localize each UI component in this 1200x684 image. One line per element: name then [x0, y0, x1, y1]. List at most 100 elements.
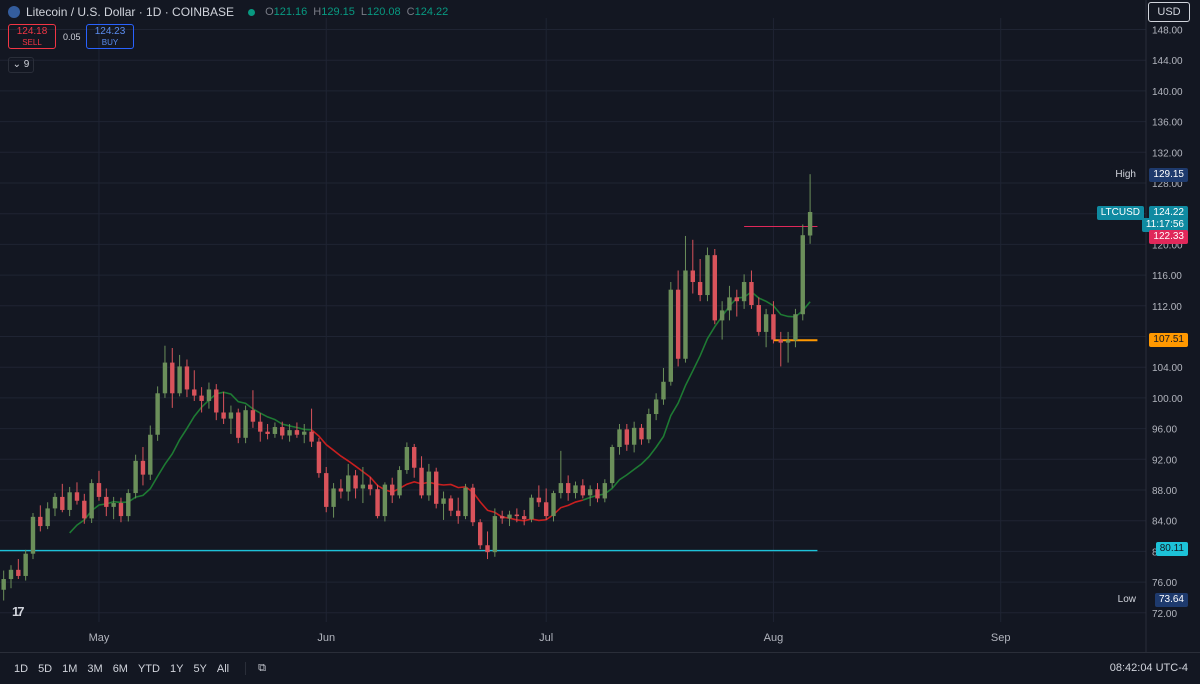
red-level-tag: 122.33 [1149, 230, 1188, 244]
candle-body [118, 503, 124, 517]
candle-body [390, 484, 395, 496]
symbol-header: Litecoin / U.S. Dollar · 1D · COINBASE O… [8, 4, 454, 20]
high-value: 129.15 [321, 6, 355, 18]
y-tick-label: 84.00 [1152, 517, 1177, 528]
candle-body [580, 485, 586, 496]
y-tick-label: 148.00 [1152, 26, 1183, 37]
timeframe-5d[interactable]: 5D [38, 663, 52, 675]
candle-body [807, 212, 813, 236]
candle-body [551, 493, 556, 517]
candle-body [338, 488, 344, 492]
candle-body [192, 389, 197, 396]
candle-body [653, 399, 659, 415]
candle-body [529, 497, 534, 520]
candle-body [250, 410, 256, 422]
candle-body [309, 431, 314, 442]
timeframe-all[interactable]: All [217, 663, 229, 675]
candle-body [375, 489, 380, 517]
candle-body [477, 522, 483, 546]
candle-body [346, 475, 351, 492]
tradingview-logo-icon[interactable]: 17 [12, 604, 25, 619]
timeframe-1d[interactable]: 1D [14, 663, 28, 675]
candle-body [316, 441, 322, 474]
candle-body [404, 447, 410, 471]
candle-body [639, 427, 644, 440]
orange-level-tag: 107.51 [1149, 333, 1188, 347]
candle-body [155, 393, 160, 435]
x-tick-label: Jul [539, 632, 553, 644]
low-value: 120.08 [367, 6, 401, 18]
candle-body [727, 297, 732, 311]
indicators-count: 9 [23, 59, 30, 70]
bottom-toolbar: 1D 5D 1M 3M 6M YTD 1Y 5Y All ⧉ 08:42:04 … [0, 652, 1200, 684]
candle-body [38, 516, 43, 527]
candle-body [67, 492, 72, 510]
candle-body [705, 255, 710, 296]
moving-average-line [311, 429, 584, 522]
candle-body [60, 496, 65, 510]
candle-body [331, 488, 336, 507]
y-tick-label: 104.00 [1152, 363, 1183, 374]
candle-body [89, 483, 94, 519]
candle-body [74, 492, 80, 501]
candle-body [778, 339, 783, 343]
x-tick-label: Aug [764, 632, 784, 644]
high-tag-value: 129.15 [1149, 168, 1188, 182]
clock: 08:42:04 UTC-4 [1109, 662, 1188, 674]
timeframe-1m[interactable]: 1M [62, 663, 77, 675]
candle-body [661, 381, 666, 400]
indicators-toggle[interactable]: ⌄ 9 [8, 57, 34, 73]
candle-body [565, 483, 571, 494]
candle-body [272, 427, 278, 434]
symbol-tag: LTCUSD [1096, 206, 1144, 220]
candle-body [162, 362, 168, 394]
chevron-down-icon: ⌄ [12, 59, 22, 70]
y-tick-label: 132.00 [1152, 148, 1183, 159]
candle-body [609, 447, 615, 484]
candle-body [206, 389, 212, 401]
close-label: C [406, 6, 415, 18]
candle-body [587, 489, 593, 496]
timeframe-1y[interactable]: 1Y [170, 663, 183, 675]
candle-body [646, 414, 652, 440]
candle-body [126, 493, 131, 517]
buy-button[interactable]: 124.23 BUY [86, 24, 134, 49]
sell-button[interactable]: 124.18 SELL [8, 24, 56, 49]
candle-body [258, 421, 263, 432]
timeframe-ytd[interactable]: YTD [138, 663, 160, 675]
candle-body [140, 460, 146, 475]
candle-body [324, 473, 329, 507]
candle-body [697, 282, 703, 296]
candle-body [485, 545, 490, 553]
candle-body [111, 503, 116, 507]
candle-body [397, 470, 402, 496]
timeframe-5y[interactable]: 5Y [193, 663, 206, 675]
candle-body [456, 510, 461, 517]
candle-body [96, 483, 102, 497]
timeframe-6m[interactable]: 6M [113, 663, 128, 675]
timeframe-3m[interactable]: 3M [87, 663, 102, 675]
spread-value: 0.05 [63, 32, 81, 42]
symbol-title[interactable]: Litecoin / U.S. Dollar · 1D · COINBASE [26, 5, 234, 19]
candle-body [148, 434, 153, 475]
candle-body [521, 516, 527, 520]
candle-body [448, 498, 454, 511]
candle-body [214, 389, 219, 413]
close-value: 124.22 [414, 6, 449, 18]
candle-body [412, 447, 417, 468]
currency-select[interactable]: USD [1148, 2, 1190, 22]
candle-body [45, 508, 50, 527]
litecoin-logo-icon [8, 6, 20, 18]
candle-body [265, 431, 270, 434]
candle-body [668, 289, 674, 382]
moving-average-line [582, 290, 811, 501]
candle-body [690, 270, 695, 283]
candle-body [749, 282, 754, 306]
candle-body [287, 430, 292, 436]
candle-body [602, 483, 608, 499]
date-range-icon[interactable]: ⧉ [245, 662, 266, 675]
candle-body [294, 430, 300, 435]
candle-body [8, 569, 14, 580]
candle-body [23, 553, 28, 576]
price-chart[interactable]: 72.0076.0080.0084.0088.0092.0096.00100.0… [0, 0, 1200, 683]
